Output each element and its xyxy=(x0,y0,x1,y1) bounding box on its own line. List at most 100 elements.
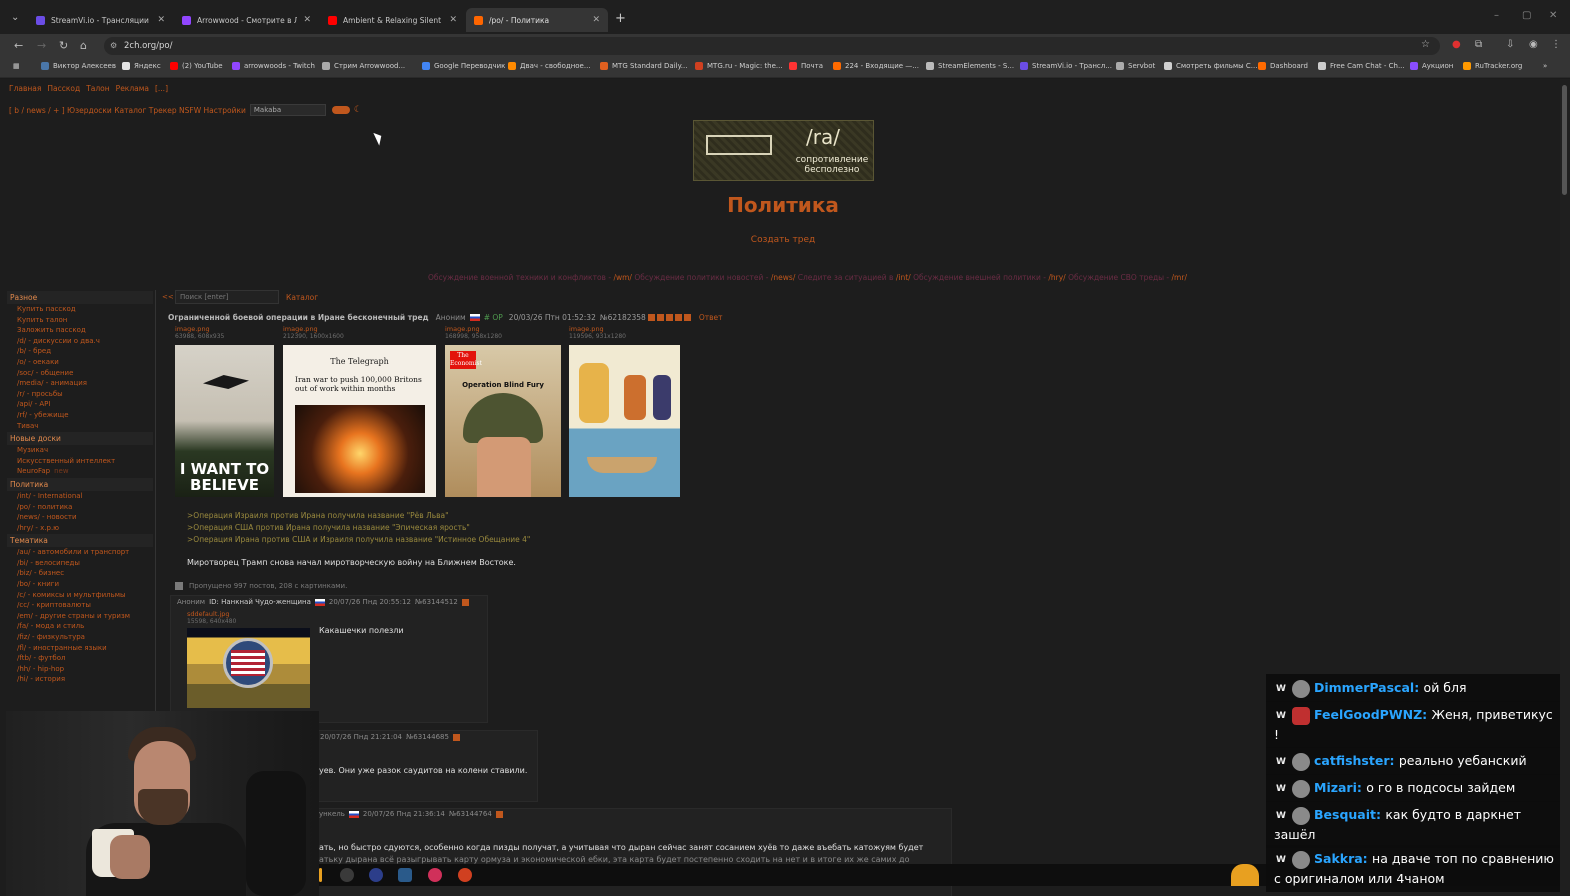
bookmark-item[interactable]: Смотреть фильмы С... xyxy=(1164,62,1257,70)
thumbnail-comic[interactable] xyxy=(569,345,680,497)
bookmark-item[interactable]: Двач - свободное... xyxy=(508,62,591,70)
play-icon[interactable] xyxy=(495,810,503,818)
sidebar-item[interactable]: /media/ - анимация xyxy=(7,378,153,389)
thumbnail-economist[interactable]: The Economist Operation Blind Fury xyxy=(445,345,561,497)
minimize-icon[interactable]: – xyxy=(1494,10,1499,21)
sidebar-item[interactable]: /soc/ - общение xyxy=(7,368,153,379)
sidebar-item[interactable]: /news/ - новости xyxy=(7,512,153,523)
app-taskbar-icon[interactable] xyxy=(428,868,442,882)
post-number[interactable]: №63144685 xyxy=(406,733,449,741)
bookmark-item[interactable]: Аукцион xyxy=(1410,62,1453,70)
bookmark-item[interactable]: Free Cam Chat - Ch... xyxy=(1318,62,1405,70)
sidebar-item[interactable]: /o/ - оекаки xyxy=(7,357,153,368)
bookmark-item[interactable]: MTG.ru - Magic: the... xyxy=(695,62,783,70)
extensions-icon[interactable]: ⧉ xyxy=(1475,39,1482,50)
tab-arrowwood[interactable]: Arrowwood - Смотрите в Лайв ✕ xyxy=(174,8,319,32)
sidebar-section-title[interactable]: Новые доски xyxy=(7,432,153,446)
forward-icon[interactable]: → xyxy=(37,39,46,52)
reply-link[interactable]: Ответ xyxy=(699,313,723,322)
bookmark-item[interactable]: arrowwoods - Twitch xyxy=(232,62,315,70)
menu-icon[interactable]: ⋮ xyxy=(1551,39,1561,50)
play-icon[interactable] xyxy=(452,733,460,741)
moon-icon[interactable]: ☾ xyxy=(354,105,362,115)
tab-po-politics[interactable]: /po/ - Политика ✕ xyxy=(466,8,608,32)
thumbnail-seal[interactable] xyxy=(187,628,310,708)
sidebar-item[interactable]: /au/ - автомобили и транспорт xyxy=(7,547,153,558)
post-number[interactable]: №62182358 xyxy=(600,313,646,322)
omitted-posts-notice[interactable]: Пропущено 997 постов, 208 с картинками. xyxy=(175,582,347,590)
sidebar-item[interactable]: Купить талон xyxy=(7,315,153,326)
sidebar-section-title[interactable]: Политика xyxy=(7,477,153,491)
bookmark-item[interactable]: Servbot xyxy=(1116,62,1155,70)
sidebar-item[interactable]: /fiz/ - физкультура xyxy=(7,632,153,643)
tab-streamvi[interactable]: StreamVi.io - Трансляции в нескольких ✕ xyxy=(28,8,173,32)
home-icon[interactable]: ⌂ xyxy=(80,39,87,52)
expand-icon[interactable] xyxy=(175,582,183,590)
sidebar-item[interactable]: /bi/ - велосипеды xyxy=(7,558,153,569)
reload-icon[interactable]: ↻ xyxy=(59,39,68,52)
sidebar-item[interactable]: Музикач xyxy=(7,445,153,456)
sidebar-item[interactable]: Искусственный интеллект xyxy=(7,456,153,467)
sidebar-item[interactable]: Заложить пасскод xyxy=(7,325,153,336)
play-icon[interactable] xyxy=(665,314,673,321)
bookmark-item[interactable]: Стрим Arrowwood... xyxy=(322,62,405,70)
site-info-icon[interactable]: ⚙ xyxy=(110,37,117,55)
page-scrollbar[interactable] xyxy=(1560,79,1570,896)
sidebar-section-title[interactable]: Тематика xyxy=(7,534,153,548)
bookmark-item[interactable]: Виктор Алексеев xyxy=(41,62,116,70)
bookmark-item[interactable]: StreamVi.io - Трансл... xyxy=(1020,62,1112,70)
collapse-sidebar-button[interactable]: << xyxy=(162,293,174,301)
bookmark-item[interactable]: MTG Standard Daily... xyxy=(600,62,687,70)
more-icon[interactable] xyxy=(683,314,691,321)
theme-toggle[interactable] xyxy=(331,106,350,114)
style-select[interactable]: Makaba xyxy=(249,104,326,116)
sidebar-item[interactable]: /c/ - комиксы и мультфильмы xyxy=(7,590,153,601)
close-tab-icon[interactable]: ✕ xyxy=(157,15,165,25)
play-icon[interactable] xyxy=(461,598,469,606)
bookmark-item[interactable]: Google Переводчик xyxy=(422,62,505,70)
create-thread-link[interactable]: Создать тред xyxy=(0,235,1566,245)
sidebar-item[interactable]: Купить пасскод xyxy=(7,304,153,315)
thumbnail-telegraph[interactable]: The Telegraph Iran war to push 100,000 B… xyxy=(283,345,436,497)
sidebar-item[interactable]: /em/ - другие страны и туризм xyxy=(7,611,153,622)
search-input[interactable]: Поиск [enter] xyxy=(175,290,279,304)
board-nav-links[interactable]: [ b / news / + ] Юзердоски Каталог Треке… xyxy=(9,106,246,115)
sidebar-item[interactable]: /r/ - просьбы xyxy=(7,389,153,400)
bookmark-item[interactable]: Почта xyxy=(789,62,823,70)
sidebar-item[interactable]: /ftb/ - футбол xyxy=(7,653,153,664)
top-link[interactable]: Реклама xyxy=(116,84,149,93)
top-link[interactable]: Пасскод xyxy=(47,84,80,93)
hide-icon[interactable] xyxy=(656,314,664,321)
promo-board-link[interactable]: /mr/ xyxy=(1172,273,1187,282)
sidebar-item[interactable]: Тивач xyxy=(7,421,153,432)
sidebar-item[interactable]: /hry/ - х.р.ю xyxy=(7,523,153,534)
report-icon[interactable] xyxy=(674,314,682,321)
post-number[interactable]: №63144764 xyxy=(449,810,492,818)
sidebar-item[interactable]: /rf/ - убежище xyxy=(7,410,153,421)
file-name[interactable]: sddefault.jpg xyxy=(187,611,236,618)
sidebar-item[interactable]: /biz/ - бизнес xyxy=(7,568,153,579)
file-name[interactable]: image.png xyxy=(569,326,626,333)
bookmark-star-icon[interactable]: ☆ xyxy=(1421,39,1430,50)
address-bar[interactable]: ⚙ 2ch.org/po/ xyxy=(104,37,1440,55)
file-name[interactable]: image.png xyxy=(445,326,502,333)
post-number[interactable]: №63144512 xyxy=(415,598,458,606)
maximize-icon[interactable]: ▢ xyxy=(1522,10,1531,21)
sidebar-item[interactable]: /cc/ - криптовалюты xyxy=(7,600,153,611)
promo-board-link[interactable]: /hry/ xyxy=(1048,273,1065,282)
promo-board-link[interactable]: /news/ xyxy=(771,273,795,282)
board-banner[interactable]: /ra/ сопротивление бесполезно xyxy=(693,120,874,181)
app-taskbar-icon[interactable] xyxy=(458,868,472,882)
close-tab-icon[interactable]: ✕ xyxy=(592,15,600,25)
star-icon[interactable] xyxy=(647,314,655,321)
sidebar-item[interactable]: /fa/ - мода и стиль xyxy=(7,621,153,632)
sidebar-item[interactable]: /fl/ - иностранные языки xyxy=(7,643,153,654)
downloads-icon[interactable]: ⇩ xyxy=(1506,39,1514,50)
telegram-taskbar-icon[interactable] xyxy=(398,868,412,882)
file-name[interactable]: image.png xyxy=(175,326,224,333)
bookmark-item[interactable]: Яндекс xyxy=(122,62,161,70)
bookmark-item[interactable]: RuTracker.org xyxy=(1463,62,1522,70)
promo-board-link[interactable]: /int/ xyxy=(896,273,911,282)
chrome-taskbar-icon[interactable] xyxy=(340,868,354,882)
bookmark-item[interactable]: StreamElements - S... xyxy=(926,62,1014,70)
